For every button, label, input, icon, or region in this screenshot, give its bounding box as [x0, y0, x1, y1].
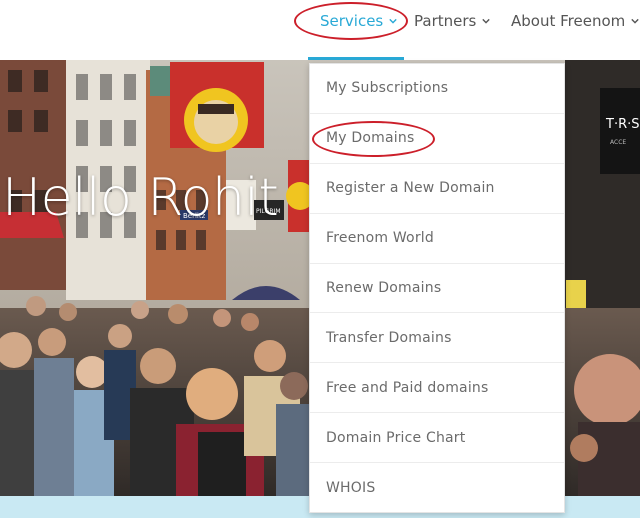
nav-about-freenom[interactable]: About Freenom	[511, 10, 639, 32]
menu-item-register-new-domain[interactable]: Register a New Domain	[310, 164, 564, 214]
services-active-indicator	[308, 57, 404, 60]
trs-sign-text: T·R·S	[605, 117, 640, 132]
chevron-down-icon	[482, 18, 491, 24]
nav-partners-label: Partners	[414, 12, 477, 30]
nav-about-label: About Freenom	[511, 12, 626, 30]
chevron-down-icon	[389, 18, 397, 24]
menu-item-transfer-domains[interactable]: Transfer Domains	[310, 313, 564, 364]
menu-item-my-domains[interactable]: My Domains	[310, 114, 564, 164]
greeting-heading: Hello Rohit	[2, 168, 279, 228]
top-navigation: Services Partners About Freenom	[0, 0, 640, 60]
nav-services-label: Services	[320, 12, 384, 30]
menu-item-whois[interactable]: WHOIS	[310, 463, 564, 513]
menu-item-free-and-paid-domains[interactable]: Free and Paid domains	[310, 363, 564, 414]
menu-item-renew-domains[interactable]: Renew Domains	[310, 264, 564, 314]
menu-item-my-subscriptions[interactable]: My Subscriptions	[310, 64, 564, 114]
menu-item-freenom-world[interactable]: Freenom World	[310, 214, 564, 264]
services-dropdown-menu: My Subscriptions My Domains Register a N…	[309, 63, 565, 513]
nav-services[interactable]: Services	[320, 10, 397, 32]
menu-item-domain-price-chart[interactable]: Domain Price Chart	[310, 413, 564, 464]
acce-sign-text: ACCE	[610, 139, 626, 146]
nav-partners[interactable]: Partners	[414, 10, 491, 32]
chevron-down-icon	[631, 18, 639, 24]
